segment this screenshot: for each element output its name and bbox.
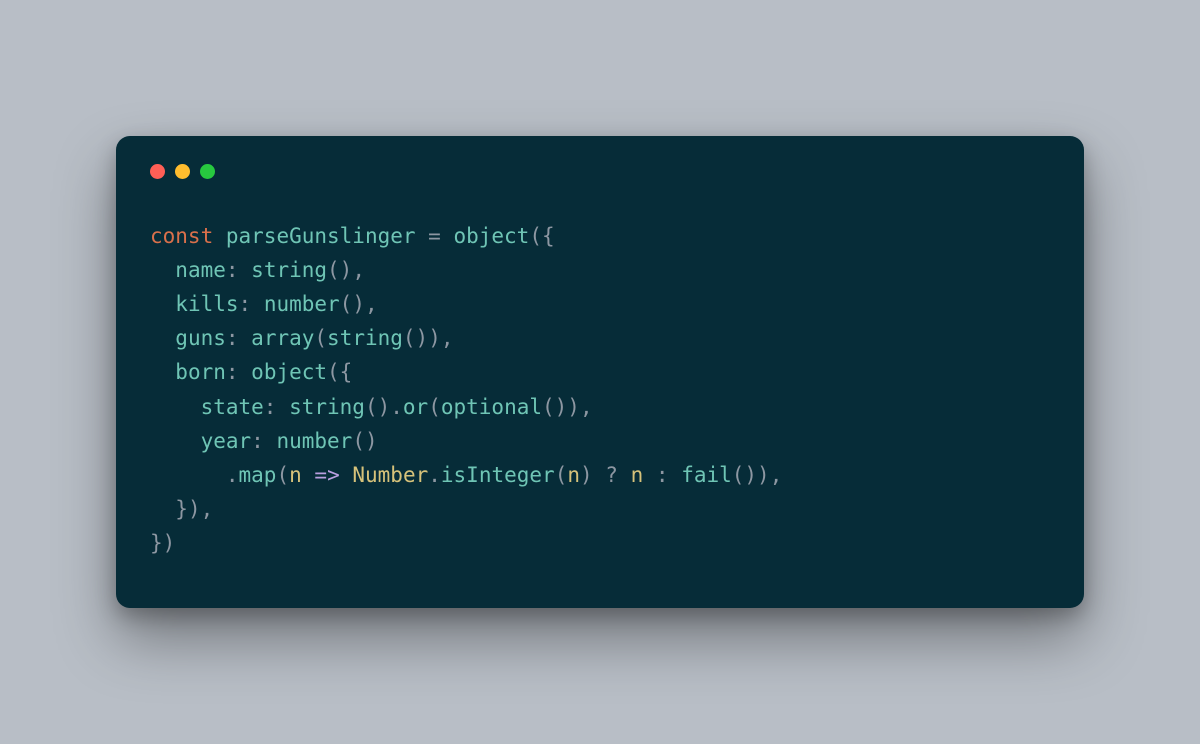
close-obj-comma: }),	[175, 497, 213, 521]
open-paren: (	[555, 463, 568, 487]
prop-name: name	[175, 258, 226, 282]
prop-guns: guns	[175, 326, 226, 350]
fn-optional: optional	[441, 395, 542, 419]
space	[340, 463, 353, 487]
fn-string: string	[327, 326, 403, 350]
fn-fail: fail	[681, 463, 732, 487]
close-icon[interactable]	[150, 164, 165, 179]
prop-year: year	[201, 429, 252, 453]
open-paren: (	[314, 326, 327, 350]
ternary-colon: :	[643, 463, 681, 487]
call-comma: (),	[340, 292, 378, 316]
fn-object: object	[453, 224, 529, 248]
dot: .	[428, 463, 441, 487]
call-comma: (),	[327, 258, 365, 282]
colon: :	[239, 292, 264, 316]
close-call-comma: ()),	[403, 326, 454, 350]
fn-string: string	[251, 258, 327, 282]
open-paren: (	[276, 463, 289, 487]
fn-number: number	[264, 292, 340, 316]
open-obj: ({	[529, 224, 554, 248]
open-paren: (	[428, 395, 441, 419]
open-obj: ({	[327, 360, 352, 384]
dot: .	[390, 395, 403, 419]
stage: const parseGunslinger = object({ name: s…	[0, 0, 1200, 744]
prop-state: state	[201, 395, 264, 419]
identifier-parseGunslinger: parseGunslinger	[226, 224, 416, 248]
colon: :	[226, 326, 251, 350]
close-obj: })	[150, 531, 175, 555]
param-n: n	[567, 463, 580, 487]
colon: :	[251, 429, 276, 453]
prop-born: born	[175, 360, 226, 384]
code-block: const parseGunslinger = object({ name: s…	[150, 219, 1050, 559]
keyword-const: const	[150, 224, 213, 248]
colon: :	[226, 360, 251, 384]
fn-number: number	[276, 429, 352, 453]
equals: =	[416, 224, 454, 248]
fn-map: map	[239, 463, 277, 487]
call: ()	[365, 395, 390, 419]
window-traffic-lights	[150, 164, 1050, 179]
param-n: n	[289, 463, 302, 487]
zoom-icon[interactable]	[200, 164, 215, 179]
ternary-q: ?	[593, 463, 631, 487]
close-call-comma: ()),	[542, 395, 593, 419]
close-call-comma: ()),	[732, 463, 783, 487]
fn-string: string	[289, 395, 365, 419]
fn-or: or	[403, 395, 428, 419]
code-window: const parseGunslinger = object({ name: s…	[116, 136, 1084, 607]
fn-object: object	[251, 360, 327, 384]
dot: .	[226, 463, 239, 487]
close-paren: )	[580, 463, 593, 487]
param-n: n	[631, 463, 644, 487]
minimize-icon[interactable]	[175, 164, 190, 179]
space	[302, 463, 315, 487]
colon: :	[226, 258, 251, 282]
call: ()	[352, 429, 377, 453]
arrow: =>	[314, 463, 339, 487]
colon: :	[264, 395, 289, 419]
cls-Number: Number	[352, 463, 428, 487]
fn-isInteger: isInteger	[441, 463, 555, 487]
prop-kills: kills	[175, 292, 238, 316]
fn-array: array	[251, 326, 314, 350]
